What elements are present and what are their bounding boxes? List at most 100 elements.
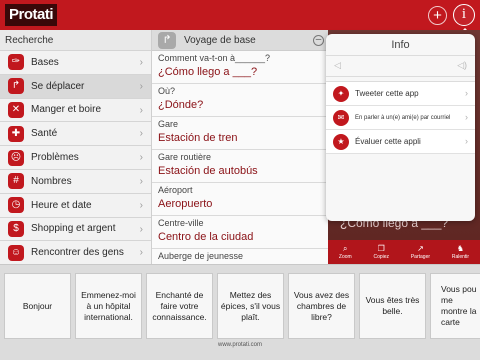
quick-phrase-card[interactable]: Vous êtes très belle. bbox=[359, 273, 426, 339]
phrase-row[interactable]: Comment va-t-on à______? ¿Cómo llego a _… bbox=[152, 51, 328, 84]
category-list: ✑ Bases › ↱ Se déplacer › ✕ Manger et bo… bbox=[0, 51, 151, 266]
phrase-french: Comment va-t-on à______? bbox=[158, 53, 271, 63]
phrase-spanish: Estación de tren bbox=[158, 132, 238, 144]
menu-label: Évaluer cette appli bbox=[355, 137, 421, 146]
phrase-row[interactable]: Gare Estación de tren bbox=[152, 117, 328, 150]
phrase-spanish: Aeropuerto bbox=[158, 198, 213, 210]
copy-icon: ❐ bbox=[377, 244, 385, 253]
menu-label: En parler à un(e) ami(e) par courriel bbox=[355, 114, 451, 121]
sad-face-icon: ☹ bbox=[8, 149, 24, 166]
category-label: Se déplacer bbox=[31, 80, 85, 92]
phrase-french: Auberge de jeunesse bbox=[158, 251, 244, 261]
popover-menu: ✦ Tweeter cette app › ✉ En parler à un(e… bbox=[326, 81, 475, 154]
volume-high-icon: ◁) bbox=[457, 60, 467, 70]
search-header[interactable]: Recherche bbox=[0, 30, 151, 51]
chevron-right-icon: › bbox=[139, 152, 143, 164]
quick-phrase-card[interactable]: Vous pou me montre la carte bbox=[430, 273, 480, 339]
phrase-row[interactable]: Gare routière Estación de autobús bbox=[152, 150, 328, 183]
popover-title: Info bbox=[326, 34, 475, 56]
category-item[interactable]: # Nombres › bbox=[0, 169, 151, 194]
phrase-french: Gare bbox=[158, 119, 179, 129]
phrase-panel-title: Voyage de base bbox=[184, 34, 256, 46]
chevron-right-icon: › bbox=[139, 128, 143, 140]
footer-url[interactable]: www.protati.com bbox=[0, 342, 480, 348]
quick-phrase-card[interactable]: Vous avez des chambres de libre? bbox=[288, 273, 355, 339]
add-button[interactable]: + bbox=[428, 6, 447, 25]
phrase-spanish: Estación de autobús bbox=[158, 165, 258, 177]
tool-label: Ralentir bbox=[451, 254, 470, 260]
zoom-button[interactable]: ⌕ Zoom bbox=[339, 244, 352, 260]
phrase-french: Gare routière bbox=[158, 152, 212, 162]
utensils-icon: ✕ bbox=[8, 101, 24, 118]
category-item[interactable]: ☺ Rencontrer des gens › bbox=[0, 241, 151, 266]
volume-low-icon: ◁ bbox=[334, 60, 341, 70]
chevron-right-icon: › bbox=[465, 112, 468, 122]
category-item[interactable]: ✕ Manger et boire › bbox=[0, 98, 151, 123]
slow-button[interactable]: ♞ Ralentir bbox=[452, 244, 469, 260]
info-popover: Info ◁ ◁) ✦ Tweeter cette app › ✉ En par… bbox=[326, 34, 475, 221]
phrase-row[interactable]: Où? ¿Dónde? bbox=[152, 84, 328, 117]
zoom-icon: ⌕ bbox=[343, 244, 348, 253]
collapse-icon[interactable]: – bbox=[313, 35, 324, 46]
chevron-right-icon: › bbox=[139, 175, 143, 187]
email-friend-item[interactable]: ✉ En parler à un(e) ami(e) par courriel … bbox=[326, 106, 475, 130]
rate-app-item[interactable]: ★ Évaluer cette appli › bbox=[326, 130, 475, 154]
twitter-icon: ✦ bbox=[333, 85, 349, 102]
phrase-panel: ↱ Voyage de base – Comment va-t-on à____… bbox=[152, 30, 328, 264]
category-label: Nombres bbox=[31, 175, 72, 187]
volume-slider[interactable]: ◁ ◁) bbox=[326, 56, 475, 77]
category-item[interactable]: ✚ Santé › bbox=[0, 122, 151, 147]
app-logo: Protati bbox=[5, 4, 58, 26]
phrase-row[interactable]: Auberge de jeunesse bbox=[152, 249, 328, 264]
tweet-app-item[interactable]: ✦ Tweeter cette app › bbox=[326, 82, 475, 106]
chevron-right-icon: › bbox=[465, 88, 468, 98]
clock-icon: ◷ bbox=[8, 197, 24, 214]
chevron-right-icon: › bbox=[465, 136, 468, 146]
star-icon: ★ bbox=[333, 133, 349, 150]
phrase-french: Où? bbox=[158, 86, 176, 96]
quick-phrase-card[interactable]: Mettez des épices, s'il vous plaît. bbox=[217, 273, 284, 339]
menu-label: Tweeter cette app bbox=[355, 89, 419, 98]
tool-label: Partager bbox=[410, 254, 431, 260]
phrase-spanish: Centro de la ciudad bbox=[158, 231, 254, 243]
category-label: Manger et boire bbox=[31, 104, 102, 116]
category-label: Heure et date bbox=[31, 199, 92, 211]
tool-label: Copiez bbox=[373, 254, 390, 260]
info-button[interactable]: i bbox=[453, 4, 475, 26]
first-aid-icon: ✚ bbox=[8, 125, 24, 142]
turn-arrow-icon: ↱ bbox=[8, 78, 24, 95]
top-bar: Protati + i bbox=[0, 0, 480, 30]
category-label: Rencontrer des gens bbox=[31, 247, 124, 259]
phrase-panel-header: ↱ Voyage de base – bbox=[152, 30, 328, 51]
seat-icon: ✑ bbox=[8, 54, 24, 71]
money-icon: $ bbox=[8, 220, 24, 237]
category-item[interactable]: ◷ Heure et date › bbox=[0, 193, 151, 218]
chevron-right-icon: › bbox=[139, 104, 143, 116]
category-item[interactable]: ✑ Bases › bbox=[0, 51, 151, 75]
category-item[interactable]: $ Shopping et argent › bbox=[0, 217, 151, 242]
category-item[interactable]: ☹ Problèmes › bbox=[0, 146, 151, 170]
category-label: Shopping et argent bbox=[31, 223, 116, 235]
numbers-icon: # bbox=[8, 173, 24, 190]
turn-arrow-icon[interactable]: ↱ bbox=[158, 31, 176, 49]
phrase-spanish: ¿Dónde? bbox=[158, 99, 204, 111]
quick-phrase-card[interactable]: Bonjour bbox=[4, 273, 71, 339]
phrase-spanish: ¿Cómo llego a ___? bbox=[158, 66, 258, 78]
phrase-row[interactable]: Aéroport Aeropuerto bbox=[152, 183, 328, 216]
people-icon: ☺ bbox=[8, 244, 24, 261]
chevron-right-icon: › bbox=[139, 199, 143, 211]
category-sidebar: Recherche ✑ Bases › ↱ Se déplacer › ✕ Ma… bbox=[0, 30, 152, 266]
share-button[interactable]: ↗ Partager bbox=[411, 244, 430, 260]
quick-phrase-card[interactable]: Enchanté de faire votre connaissance. bbox=[146, 273, 213, 339]
category-item-selected[interactable]: ↱ Se déplacer › bbox=[0, 74, 151, 99]
copy-button[interactable]: ❐ Copiez bbox=[373, 244, 389, 260]
quick-phrase-card[interactable]: Emmenez-moi à un hôpital international. bbox=[75, 273, 142, 339]
chevron-right-icon: › bbox=[139, 223, 143, 235]
chevron-right-icon: › bbox=[139, 57, 143, 68]
share-icon: ↗ bbox=[417, 244, 424, 253]
phrase-row[interactable]: Centre-ville Centro de la ciudad bbox=[152, 216, 328, 249]
display-toolbar: ⌕ Zoom ❐ Copiez ↗ Partager ♞ Ralentir bbox=[328, 240, 480, 264]
chevron-right-icon: › bbox=[139, 80, 143, 92]
tool-label: Zoom bbox=[338, 254, 352, 260]
phrase-french: Centre-ville bbox=[158, 218, 204, 228]
